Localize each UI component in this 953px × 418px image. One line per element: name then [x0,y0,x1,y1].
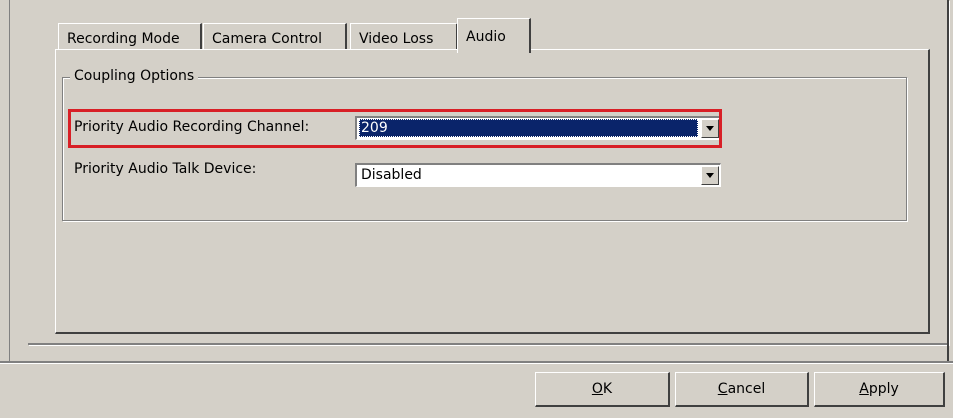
chevron-down-icon[interactable] [701,119,719,138]
button-bar-divider [0,361,953,364]
window-left-edge [9,0,10,362]
tab-label: Audio [466,29,506,45]
tab-audio[interactable]: Audio [457,18,531,53]
recording-channel-label: Priority Audio Recording Channel: [74,119,310,135]
chevron-down-icon[interactable] [701,166,719,185]
tab-label: Recording Mode [67,31,180,47]
tab-video-loss[interactable]: Video Loss [350,23,458,49]
ok-accelerator: O [591,381,603,397]
talk-device-value: Disabled [361,167,422,183]
talk-device-label: Priority Audio Talk Device: [74,161,257,177]
tab-camera-control[interactable]: Camera Control [203,23,347,49]
recording-channel-value: 209 [359,119,698,137]
group-legend: Coupling Options [70,68,199,84]
window-right-edge [947,0,949,362]
tab-label: Camera Control [212,31,322,47]
talk-device-select[interactable]: Disabled [355,163,721,187]
cancel-label: ancel [727,381,766,397]
coupling-options-group [62,77,907,221]
apply-button[interactable]: Apply [814,372,945,407]
ok-button[interactable]: OK [535,372,670,407]
cancel-accelerator: C [717,381,728,397]
apply-accelerator: A [859,381,869,397]
tab-recording-mode[interactable]: Recording Mode [58,23,202,49]
recording-channel-select[interactable]: 209 [355,116,721,140]
ok-label: K [602,381,613,397]
apply-label: pply [868,381,899,397]
cancel-button[interactable]: Cancel [675,372,809,407]
tab-label: Video Loss [359,31,434,47]
